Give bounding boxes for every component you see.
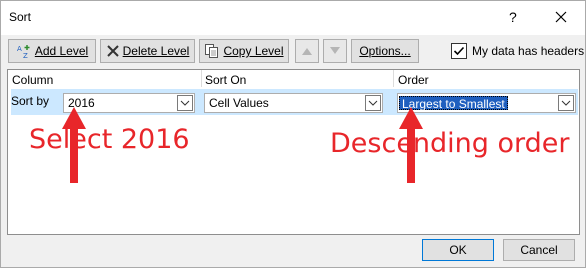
sort-on-header: Sort On (205, 73, 247, 87)
column-separator (393, 70, 394, 87)
sort-by-label: Sort by (11, 94, 50, 108)
help-button[interactable]: ? (509, 9, 517, 25)
close-icon (555, 11, 567, 23)
delete-icon (106, 44, 120, 58)
my-data-has-headers-checkbox[interactable] (451, 43, 467, 59)
delete-level-button[interactable]: Delete Level (100, 39, 195, 63)
close-button[interactable] (549, 5, 573, 29)
column-header: Column (12, 73, 54, 87)
triangle-up-icon (302, 48, 312, 55)
move-down-button[interactable] (323, 39, 347, 63)
title-bar: Sort ? (1, 1, 585, 35)
sort-on-select[interactable]: Cell Values (204, 93, 383, 113)
move-up-button[interactable] (295, 39, 319, 63)
options-label: Options... (359, 44, 411, 58)
ok-label: OK (449, 243, 467, 257)
my-data-has-headers-label: My data has headers (472, 44, 585, 58)
copy-icon (204, 43, 220, 59)
annotation-select-2016: Select 2016 (29, 124, 190, 155)
add-level-label: Add Level (34, 44, 89, 58)
copy-level-button[interactable]: Copy Level (199, 39, 289, 63)
sort-on-select-value: Cell Values (209, 96, 269, 110)
checkmark-icon (453, 46, 465, 56)
annotation-descending-order: Descending order (330, 128, 570, 159)
chevron-down-icon[interactable] (365, 95, 381, 111)
cancel-button[interactable]: Cancel (503, 239, 575, 261)
add-level-button[interactable]: A Z Add Level (8, 39, 96, 63)
copy-level-label: Copy Level (223, 44, 284, 58)
cancel-label: Cancel (520, 243, 558, 257)
triangle-down-icon (330, 47, 340, 54)
chevron-down-icon[interactable] (177, 95, 193, 111)
sort-dialog: Sort ? A Z Add Level Delete Level Copy L… (0, 0, 586, 268)
dialog-title: Sort (9, 10, 32, 24)
column-separator (201, 70, 202, 87)
delete-level-label: Delete Level (122, 44, 190, 58)
svg-text:Z: Z (23, 52, 28, 59)
add-level-icon: A Z (16, 43, 32, 59)
options-button[interactable]: Options... (351, 39, 419, 63)
ok-button[interactable]: OK (422, 239, 494, 261)
svg-text:A: A (17, 45, 22, 53)
chevron-down-icon[interactable] (558, 95, 574, 111)
order-header: Order (398, 73, 429, 87)
